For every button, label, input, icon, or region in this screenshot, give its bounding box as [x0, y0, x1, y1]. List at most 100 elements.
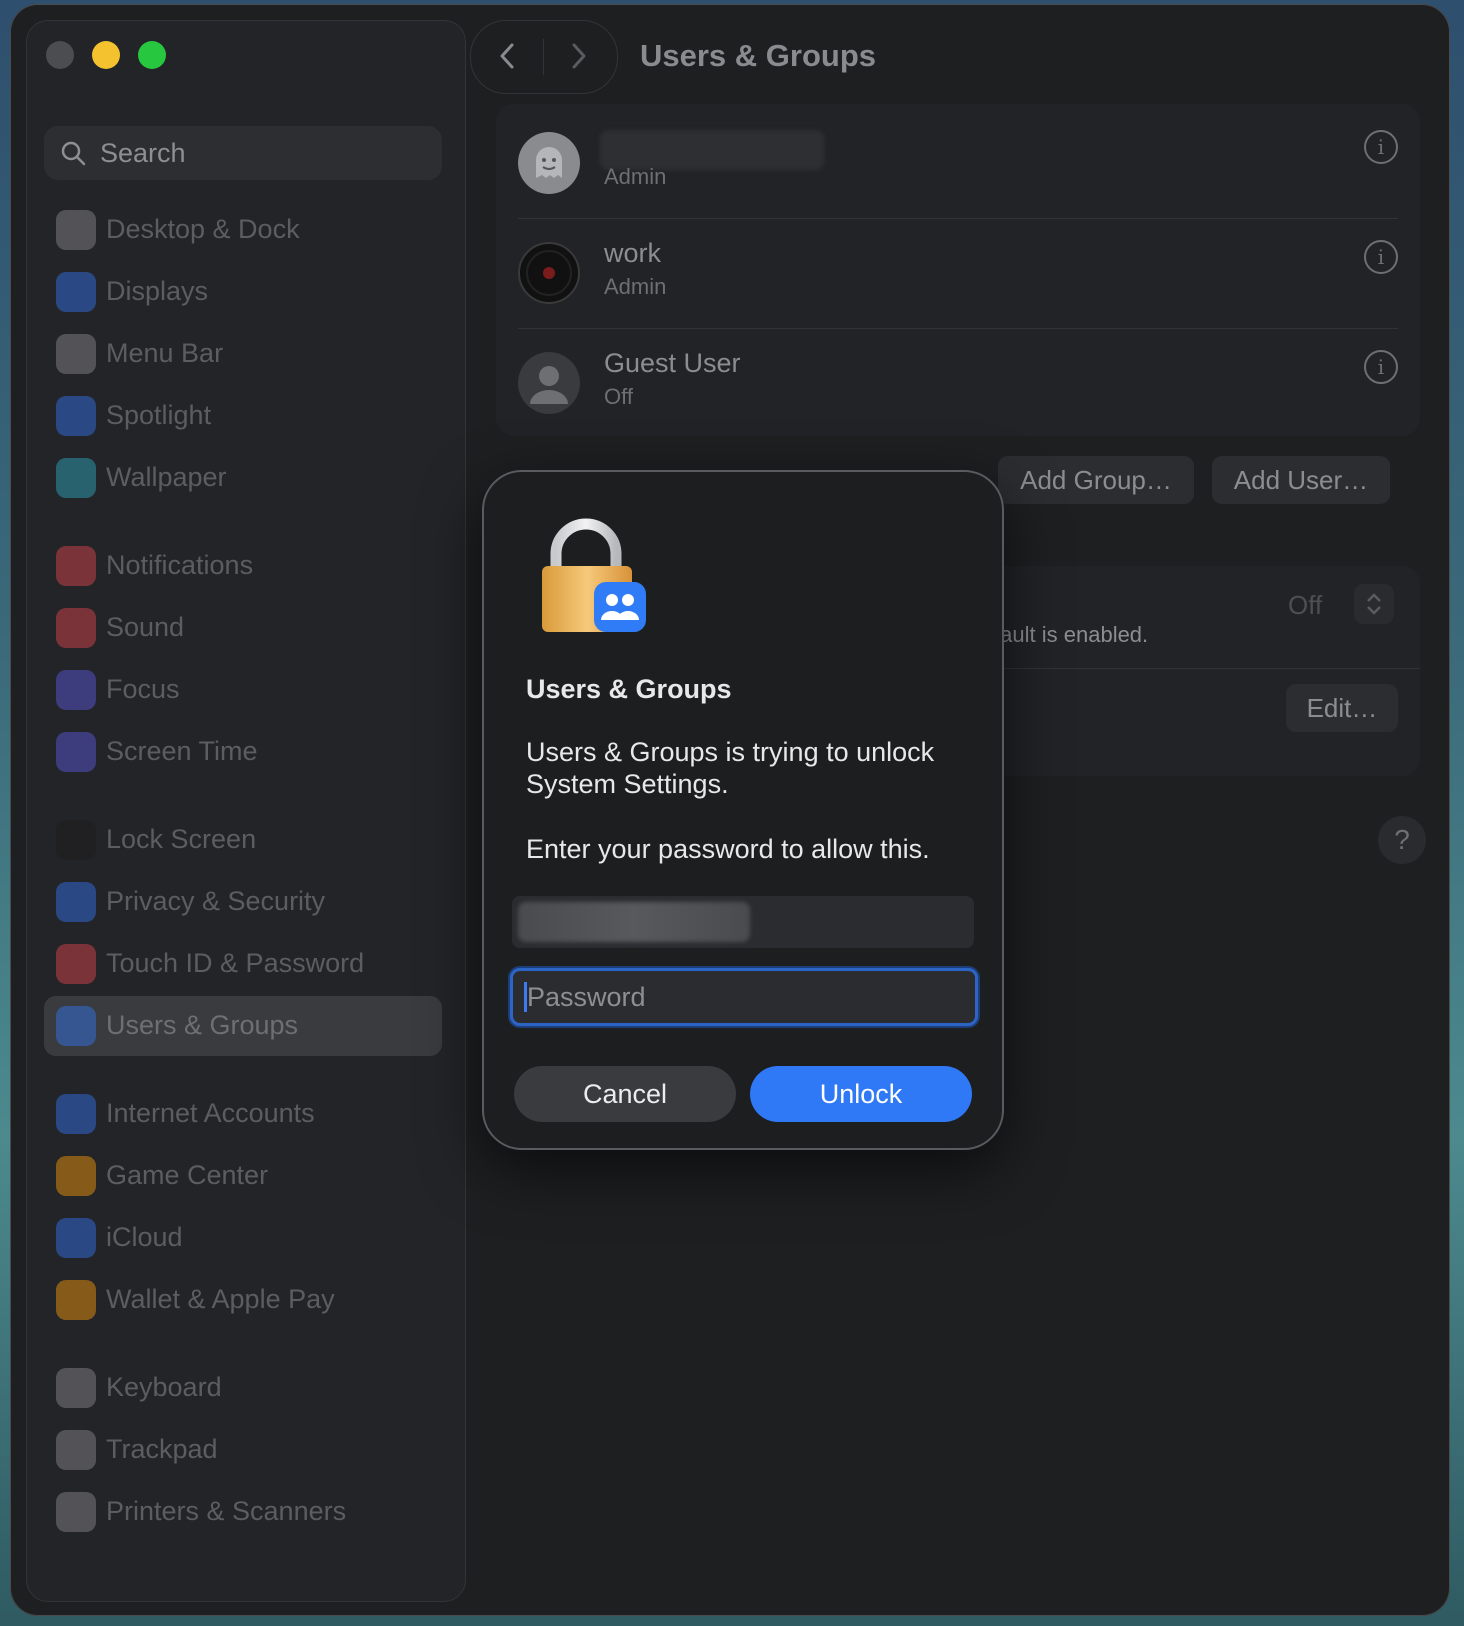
sidebar-item-keyboard[interactable]: Keyboard [44, 1358, 442, 1418]
nav-divider [543, 39, 544, 75]
sidebar-item-touch-id-password[interactable]: Touch ID & Password [44, 934, 442, 994]
sidebar-item-label: Lock Screen [106, 824, 257, 854]
user-role: Admin [604, 274, 667, 299]
auto-login-stepper[interactable] [1354, 584, 1394, 624]
person-icon [530, 366, 568, 404]
info-icon[interactable]: i [1364, 130, 1398, 164]
sidebar-item-desktop-dock[interactable]: Desktop & Dock [44, 200, 442, 260]
password-field[interactable] [510, 968, 978, 1026]
sidebar-item-label: Touch ID & Password [106, 948, 365, 978]
sidebar-item-focus[interactable]: Focus [44, 660, 442, 720]
edit-button[interactable]: Edit… [1286, 684, 1398, 732]
sidebar-item-label: Printers & Scanners [106, 1496, 347, 1526]
sidebar-item-label: iCloud [106, 1222, 183, 1252]
chevron-up-down-icon [1367, 593, 1381, 615]
sun-icon [56, 272, 96, 312]
user-row-guest[interactable]: Guest User Off i [496, 328, 1420, 436]
sidebar-item-label: Wallet & Apple Pay [106, 1284, 335, 1314]
sidebar-item-label: Privacy & Security [106, 886, 326, 916]
sidebar-item-internet-accounts[interactable]: Internet Accounts [44, 1084, 442, 1144]
search-placeholder: Search [100, 138, 186, 168]
add-group-button[interactable]: Add Group… [998, 456, 1194, 504]
user-row-admin[interactable]: Admin i [496, 108, 1420, 216]
back-button[interactable] [493, 41, 523, 71]
printer-icon [56, 1492, 96, 1532]
lock-users-icon [542, 518, 646, 632]
dialog-message: Users & Groups is trying to unlock Syste… [526, 737, 935, 799]
close-window-button[interactable] [46, 41, 74, 69]
sidebar-item-wallpaper[interactable]: Wallpaper [44, 448, 442, 508]
sidebar-item-privacy-security[interactable]: Privacy & Security [44, 872, 442, 932]
search-input[interactable]: Search [44, 126, 442, 180]
unlock-button[interactable]: Unlock [750, 1066, 972, 1122]
user-name: work [604, 238, 662, 268]
dialog-prompt: Enter your password to allow this. [526, 834, 930, 864]
add-user-button[interactable]: Add User… [1212, 456, 1390, 504]
sidebar-item-screen-time[interactable]: Screen Time [44, 722, 442, 782]
avatar [518, 352, 580, 414]
sidebar-item-menu-bar[interactable]: Menu Bar [44, 324, 442, 384]
sidebar-item-label: Game Center [106, 1160, 269, 1190]
sidebar-item-label: Keyboard [106, 1372, 222, 1402]
sidebar-item-label: Displays [106, 276, 209, 306]
auto-login-value: Off [1288, 590, 1323, 620]
sidebar-item-notifications[interactable]: Notifications [44, 536, 442, 596]
sidebar-item-label: Focus [106, 674, 180, 704]
users-list: Admin i work Admin i Guest User Off i [496, 104, 1420, 436]
ghost-avatar-icon [536, 147, 562, 178]
cloud-icon [56, 1218, 96, 1258]
vinyl-avatar-icon [526, 250, 572, 296]
sidebar-item-label: Trackpad [106, 1434, 218, 1464]
sidebar-item-label: Internet Accounts [106, 1098, 315, 1128]
moon-icon [56, 670, 96, 710]
dialog-title: Users & Groups [526, 674, 732, 704]
sidebar-item-label: Sound [106, 612, 185, 642]
sidebar-item-label: Spotlight [106, 400, 212, 430]
sidebar-item-icloud[interactable]: iCloud [44, 1208, 442, 1268]
magnifier-icon [56, 396, 96, 436]
lock-icon [56, 820, 96, 860]
flower-icon [56, 458, 96, 498]
sidebar-item-spotlight[interactable]: Spotlight [44, 386, 442, 446]
at-icon [56, 1094, 96, 1134]
sidebar-item-label: Screen Time [106, 736, 258, 766]
sidebar-item-trackpad[interactable]: Trackpad [44, 1420, 442, 1480]
unlock-dialog: Users & Groups Users & Groups is trying … [482, 470, 1004, 1150]
forward-button[interactable] [563, 41, 593, 71]
users-icon [56, 1006, 96, 1046]
sidebar-item-sound[interactable]: Sound [44, 598, 442, 658]
history-nav [470, 20, 618, 94]
username-field[interactable] [512, 896, 974, 948]
info-icon[interactable]: i [1364, 350, 1398, 384]
zoom-window-button[interactable] [138, 41, 166, 69]
user-row-work[interactable]: work Admin i [496, 218, 1420, 326]
hand-icon [56, 882, 96, 922]
user-role: Admin [604, 164, 667, 189]
sidebar-item-printers-scanners[interactable]: Printers & Scanners [44, 1482, 442, 1542]
sidebar-item-game-center[interactable]: Game Center [44, 1146, 442, 1206]
sidebar-item-label: Menu Bar [106, 338, 224, 368]
dock-icon [56, 210, 96, 250]
help-button[interactable]: ? [1378, 816, 1426, 864]
avatar [518, 132, 580, 194]
sidebar-item-displays[interactable]: Displays [44, 262, 442, 322]
system-settings-window: Search Desktop & Dock Displays Menu Bar Spo… [10, 4, 1450, 1616]
speaker-icon [56, 608, 96, 648]
sidebar-item-lock-screen[interactable]: Lock Screen [44, 810, 442, 870]
info-icon[interactable]: i [1364, 240, 1398, 274]
game-center-icon [56, 1156, 96, 1196]
trackpad-icon [56, 1430, 96, 1470]
avatar [518, 242, 580, 304]
wallet-icon [56, 1280, 96, 1320]
cancel-button[interactable]: Cancel [514, 1066, 736, 1122]
user-role: Off [604, 384, 633, 409]
minimize-window-button[interactable] [92, 41, 120, 69]
sidebar-item-label: Desktop & Dock [106, 214, 300, 244]
sidebar-item-wallet-apple-pay[interactable]: Wallet & Apple Pay [44, 1270, 442, 1330]
user-name: Guest User [604, 348, 741, 378]
toggles-icon [56, 334, 96, 374]
hourglass-icon [56, 732, 96, 772]
sidebar-item-users-groups[interactable]: Users & Groups [44, 996, 442, 1056]
search-icon [61, 141, 86, 166]
fingerprint-icon [56, 944, 96, 984]
